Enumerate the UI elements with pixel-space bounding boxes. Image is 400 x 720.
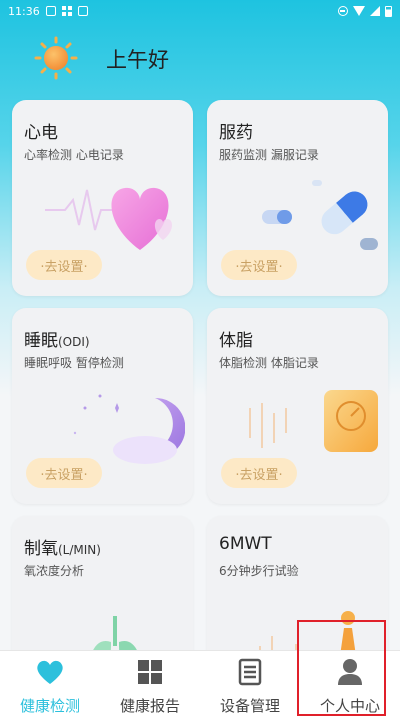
pill-icon [262,180,378,250]
moon-cloud-icon [73,394,185,464]
highlight-box [297,620,386,716]
card-ecg[interactable]: 心电 心率检测 心电记录 ·去设置· [12,100,193,296]
nav-device-management[interactable]: 设备管理 [200,651,300,720]
greeting-text: 上午好 [106,48,169,72]
header: 上午好 [0,24,400,88]
notification-icon [45,6,56,16]
medication-setup-button[interactable]: ·去设置· [221,250,297,280]
status-bar: 11:36 [0,0,400,22]
card-ecg-subtitle: 心率检测 心电记录 [24,148,124,162]
nav-health-report-label: 健康报告 [119,697,180,715]
card-medication-title: 服药 [219,123,253,143]
sleep-setup-button[interactable]: ·去设置· [26,458,102,488]
ecg-setup-button[interactable]: ·去设置· [26,250,102,280]
nav-health-check[interactable]: 健康检测 [0,651,100,720]
nav-device-management-label: 设备管理 [219,697,280,715]
do-not-disturb-icon [338,6,348,16]
body-fat-setup-button[interactable]: ·去设置· [221,458,297,488]
signal-icon [370,6,380,16]
nav-health-report[interactable]: 健康报告 [100,651,200,720]
grid-icon [135,657,165,687]
card-oxygen-title: 制氧(L/MIN) [24,539,101,559]
card-body-fat-title: 体脂 [219,331,253,351]
card-medication-subtitle: 服药监测 漏服记录 [219,148,319,162]
card-sleep[interactable]: 睡眠(ODI) 睡眠呼吸 暂停检测 ·去设置· [12,308,193,504]
card-sleep-subtitle: 睡眠呼吸 暂停检测 [24,356,124,370]
status-time: 11:36 [8,4,40,18]
scale-icon [249,390,378,452]
wifi-icon [353,6,365,16]
heart-icon [35,657,65,687]
app-grid-icon [61,6,72,16]
sun-icon [34,36,78,80]
card-medication[interactable]: 服药 服药监测 漏服记录 ·去设置· [207,100,388,296]
heart-ecg-icon [45,187,173,250]
card-sleep-title: 睡眠(ODI) [24,331,90,351]
device-list-icon [235,657,265,687]
card-oxygen-subtitle: 氧浓度分析 [24,564,85,578]
card-body-fat[interactable]: 体脂 体脂检测 体脂记录 ·去设置· [207,308,388,504]
card-ecg-title: 心电 [24,123,58,143]
notification-icon-2 [77,6,88,16]
card-body-fat-subtitle: 体脂检测 体脂记录 [219,356,319,370]
card-6mwt-title: 6MWT [219,534,272,554]
battery-icon [385,5,392,17]
card-6mwt-subtitle: 6分钟步行试验 [219,564,299,578]
nav-health-check-label: 健康检测 [19,697,80,715]
